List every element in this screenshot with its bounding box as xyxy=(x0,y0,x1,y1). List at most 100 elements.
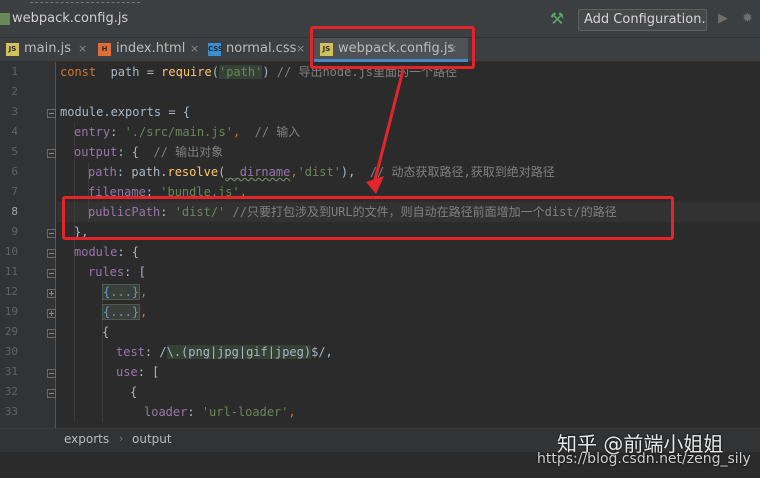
code-line-31: use: [ xyxy=(60,362,159,382)
tab-label: index.html xyxy=(116,41,186,56)
run-icon[interactable]: ▶ xyxy=(718,11,732,27)
property-key: output xyxy=(74,145,118,159)
property-key: loader xyxy=(144,405,188,419)
comma: , xyxy=(140,305,148,319)
js-file-icon: JS xyxy=(6,43,19,56)
fold-minus-icon[interactable] xyxy=(47,389,56,398)
line-number: 12 xyxy=(4,285,18,298)
csdn-watermark: https://blog.csdn.net/zeng_sily xyxy=(537,451,751,467)
code-editor[interactable]: const path = require('path') // 导出node.j… xyxy=(57,62,760,428)
line-number: 6 xyxy=(11,165,18,178)
fold-minus-icon[interactable] xyxy=(47,369,56,378)
tab-label: normal.css xyxy=(226,41,297,56)
line-number: 9 xyxy=(11,225,18,238)
code-line-29: { xyxy=(60,322,109,342)
annotation-box-active-tab xyxy=(310,26,475,69)
comma: , xyxy=(288,405,296,419)
html-file-icon: H xyxy=(98,43,111,56)
debug-bug-icon[interactable]: ✹ xyxy=(742,11,758,27)
comment: // 输入 xyxy=(240,125,301,139)
line-number: 1 xyxy=(11,65,18,78)
close-icon[interactable]: × xyxy=(78,38,87,60)
colon: : xyxy=(110,125,125,139)
code-text: { xyxy=(102,325,110,339)
property-key: use xyxy=(116,365,138,379)
line-number: 3 xyxy=(11,105,18,118)
editor-gutter: 1 2 3 4 5 6 7 8 9 10 11 12 19 29 30 31 3… xyxy=(0,62,56,428)
paren: ), xyxy=(340,165,356,179)
window-title: webpack.config.js xyxy=(12,11,129,26)
build-hammer-icon[interactable]: ⚒ xyxy=(548,10,566,28)
add-configuration-button[interactable]: Add Configuration... xyxy=(578,9,707,31)
breadcrumb-item-exports[interactable]: exports xyxy=(64,432,109,446)
line-number: 29 xyxy=(4,325,18,338)
fold-minus-icon[interactable] xyxy=(47,109,56,118)
line-number: 10 xyxy=(4,245,18,258)
close-icon[interactable]: × xyxy=(296,38,305,60)
code-text: : { xyxy=(117,145,140,159)
keyword-const: const xyxy=(60,65,97,79)
property-key: path xyxy=(88,165,117,179)
folded-block[interactable]: {...} xyxy=(102,284,141,300)
code-line-32: { xyxy=(60,382,137,402)
fold-minus-icon[interactable] xyxy=(47,329,56,338)
string-literal: 'path' xyxy=(218,65,263,79)
colon: : xyxy=(187,405,202,419)
line-number: 4 xyxy=(11,125,18,138)
fold-plus-icon[interactable] xyxy=(47,289,56,298)
code-line-5: output: { // 输出对象 xyxy=(60,142,223,162)
cropped-toolbar-remnant xyxy=(30,0,140,3)
code-text: module.exports = { xyxy=(60,105,191,119)
fold-minus-icon[interactable] xyxy=(47,229,56,238)
fold-plus-icon[interactable] xyxy=(47,309,56,318)
css-file-icon: CSS xyxy=(208,43,223,56)
identifier: path. xyxy=(131,165,168,179)
code-text: $/, xyxy=(311,345,333,359)
code-line-10: module: { xyxy=(60,242,139,262)
comma: , xyxy=(290,165,298,179)
folded-block[interactable]: {...} xyxy=(102,304,141,320)
js-file-icon xyxy=(0,13,10,25)
property-key: test xyxy=(116,345,145,359)
fold-minus-icon[interactable] xyxy=(47,269,56,278)
colon: : xyxy=(116,165,132,179)
property-key: module xyxy=(74,245,118,259)
line-number: 8 xyxy=(11,205,18,218)
line-number: 30 xyxy=(4,345,18,358)
tab-normal-css[interactable]: CSS normal.css × xyxy=(208,38,312,62)
line-number: 2 xyxy=(11,85,18,98)
code-line-19: {...}, xyxy=(60,302,147,322)
paren: ) xyxy=(262,65,270,79)
function-resolve: resolve xyxy=(167,165,219,179)
function-require: require xyxy=(161,65,212,79)
code-line-33: loader: 'url-loader', xyxy=(60,402,296,422)
string-literal: './src/main.js' xyxy=(124,125,233,139)
line-number: 32 xyxy=(4,385,18,398)
tab-label: main.js xyxy=(24,41,71,56)
breadcrumb-item-output[interactable]: output xyxy=(132,432,172,446)
code-text: { xyxy=(130,385,138,399)
identifier: path = xyxy=(96,65,162,79)
line-number: 5 xyxy=(11,145,18,158)
code-text: : [ xyxy=(137,365,160,379)
code-line-12: {...}, xyxy=(60,282,147,302)
comment: // 动态获取路径,获取到绝对路径 xyxy=(355,165,555,179)
regex-literal: \.(png|jpg|gif|jpeg) xyxy=(166,345,312,359)
code-line-4: entry: './src/main.js', // 输入 xyxy=(60,122,300,142)
code-text: : { xyxy=(117,245,140,259)
string-literal: 'url-loader' xyxy=(201,405,289,419)
fold-minus-icon[interactable] xyxy=(47,249,56,258)
line-number: 33 xyxy=(4,405,18,418)
string-literal: 'dist' xyxy=(297,165,341,179)
fold-minus-icon[interactable] xyxy=(47,149,56,158)
tab-main-js[interactable]: JS main.js × xyxy=(6,38,92,62)
code-text: : [ xyxy=(124,265,146,279)
comment: // 输出对象 xyxy=(139,145,224,159)
code-line-30: test: /\.(png|jpg|gif|jpeg)$/, xyxy=(60,342,333,362)
property-key: entry xyxy=(74,125,111,139)
annotation-box-publicpath xyxy=(62,196,674,240)
code-line-11: rules: [ xyxy=(60,262,146,282)
close-icon[interactable]: × xyxy=(190,38,199,60)
comma: , xyxy=(140,285,148,299)
tab-index-html[interactable]: H index.html × xyxy=(98,38,204,62)
